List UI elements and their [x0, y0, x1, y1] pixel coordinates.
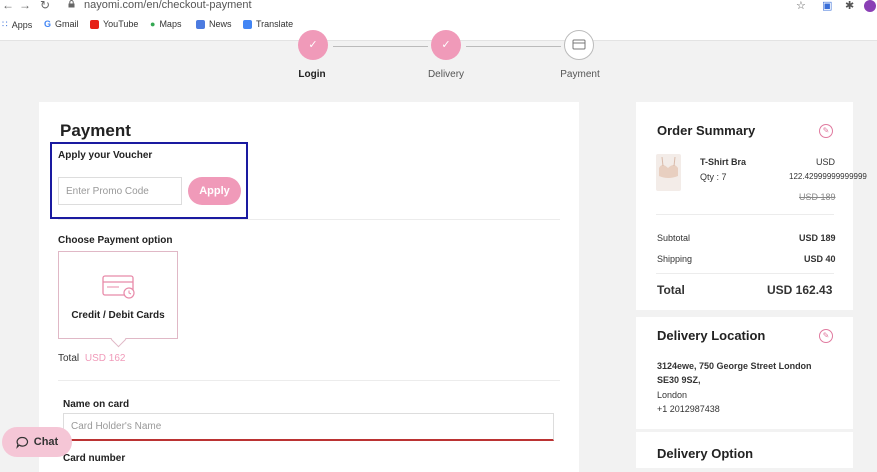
step-label-delivery[interactable]: Delivery — [406, 69, 486, 80]
youtube-icon — [90, 19, 99, 29]
step-connector — [466, 46, 561, 47]
edit-address-pencil-icon[interactable]: ✎ — [819, 329, 833, 343]
bookmark-star-icon[interactable]: ☆ — [796, 0, 806, 12]
address-city: London — [657, 390, 688, 400]
divider — [58, 380, 560, 381]
step-delivery-check-icon: ✓ — [431, 30, 461, 60]
forward-arrow-icon[interactable]: → — [19, 0, 31, 12]
profile-avatar-icon[interactable] — [864, 0, 876, 12]
card-option-label: Credit / Debit Cards — [71, 310, 165, 321]
voucher-label: Apply your Voucher — [58, 150, 153, 161]
bookmark-youtube[interactable]: YouTube — [90, 19, 138, 29]
bookmark-news[interactable]: News — [196, 19, 232, 29]
page-title: Payment — [60, 121, 131, 140]
step-label-login[interactable]: Login — [272, 69, 352, 80]
payment-total: Total USD 162 — [58, 353, 126, 364]
product-old-price: USD 189 — [799, 192, 836, 202]
product-currency: USD — [816, 157, 836, 167]
checkout-stepper: ✓ ✓ Login Delivery Payment — [0, 30, 877, 90]
card-number-label: Card number — [63, 453, 126, 464]
order-summary-card: Order Summary ✎ T-Shirt Bra Qty : 7 USD … — [636, 102, 867, 310]
delivery-location-title: Delivery Location — [657, 328, 766, 343]
subtotal-label: Subtotal — [657, 233, 691, 243]
google-icon: G — [44, 19, 52, 29]
credit-card-icon — [102, 275, 135, 299]
lock-icon — [68, 0, 75, 8]
product-name[interactable]: T-Shirt Bra — [700, 157, 746, 167]
product-quantity: Qty : 7 — [700, 172, 727, 182]
payment-total-amount: USD 162 — [84, 353, 126, 364]
name-on-card-label: Name on card — [63, 399, 130, 410]
apps-grid-icon: ∷ — [2, 19, 8, 29]
shipping-value: USD 40 — [804, 254, 836, 264]
subtotal-value: USD 189 — [799, 233, 836, 243]
bookmark-translate[interactable]: Translate — [243, 19, 293, 29]
address-bar-row: ← → ↻ nayomi.com/en/checkout-payment ☆ ▣… — [0, 0, 877, 14]
translate-icon — [243, 19, 252, 29]
payment-panel: Payment Apply your Voucher Apply Choose … — [39, 102, 579, 472]
product-thumbnail — [656, 154, 681, 191]
order-summary-title: Order Summary — [657, 123, 756, 138]
divider — [656, 273, 834, 274]
edit-order-pencil-icon[interactable]: ✎ — [819, 124, 833, 138]
chat-button[interactable]: Chat — [2, 427, 72, 457]
step-connector — [333, 46, 428, 47]
delivery-option-card: Delivery Option — [636, 432, 853, 468]
bookmark-apps[interactable]: ∷ Apps — [2, 19, 32, 30]
card-holder-name-input[interactable] — [63, 413, 554, 441]
bookmark-gmail[interactable]: G Gmail — [44, 19, 79, 29]
credit-debit-card-option[interactable]: Credit / Debit Cards — [58, 251, 178, 348]
address-line-2: SE30 9SZ, — [657, 375, 701, 385]
divider — [58, 219, 560, 220]
product-price: 122.42999999999999 — [789, 172, 867, 181]
order-total-label: Total — [657, 283, 685, 297]
shipping-label: Shipping — [657, 254, 693, 264]
divider — [656, 214, 834, 215]
url-text[interactable]: nayomi.com/en/checkout-payment — [84, 0, 252, 11]
maps-pin-icon: ● — [150, 19, 156, 29]
chat-bubble-icon — [15, 436, 28, 449]
news-icon — [196, 19, 205, 29]
reload-icon[interactable]: ↻ — [40, 0, 50, 12]
address-line-1: 3124ewe, 750 George Street London — [657, 361, 812, 371]
payment-option-label: Choose Payment option — [58, 235, 173, 246]
step-payment-card-icon — [564, 30, 594, 60]
selected-notch — [110, 331, 127, 348]
bookmark-maps[interactable]: ● Maps — [150, 19, 181, 29]
step-label-payment: Payment — [560, 69, 600, 80]
order-total-value: USD 162.43 — [767, 283, 833, 297]
translate-extension-icon[interactable]: ▣ — [822, 0, 832, 12]
back-arrow-icon[interactable]: ← — [2, 0, 14, 12]
apply-voucher-button[interactable]: Apply — [188, 177, 241, 205]
promo-code-input[interactable] — [58, 177, 182, 205]
extensions-puzzle-icon[interactable]: ✱ — [845, 0, 854, 12]
delivery-option-title: Delivery Option — [657, 446, 754, 461]
chat-label: Chat — [33, 436, 59, 448]
address-phone: +1 2012987438 — [657, 404, 720, 414]
step-login-check-icon: ✓ — [298, 30, 328, 60]
delivery-location-card: Delivery Location ✎ 3124ewe, 750 George … — [636, 317, 853, 429]
